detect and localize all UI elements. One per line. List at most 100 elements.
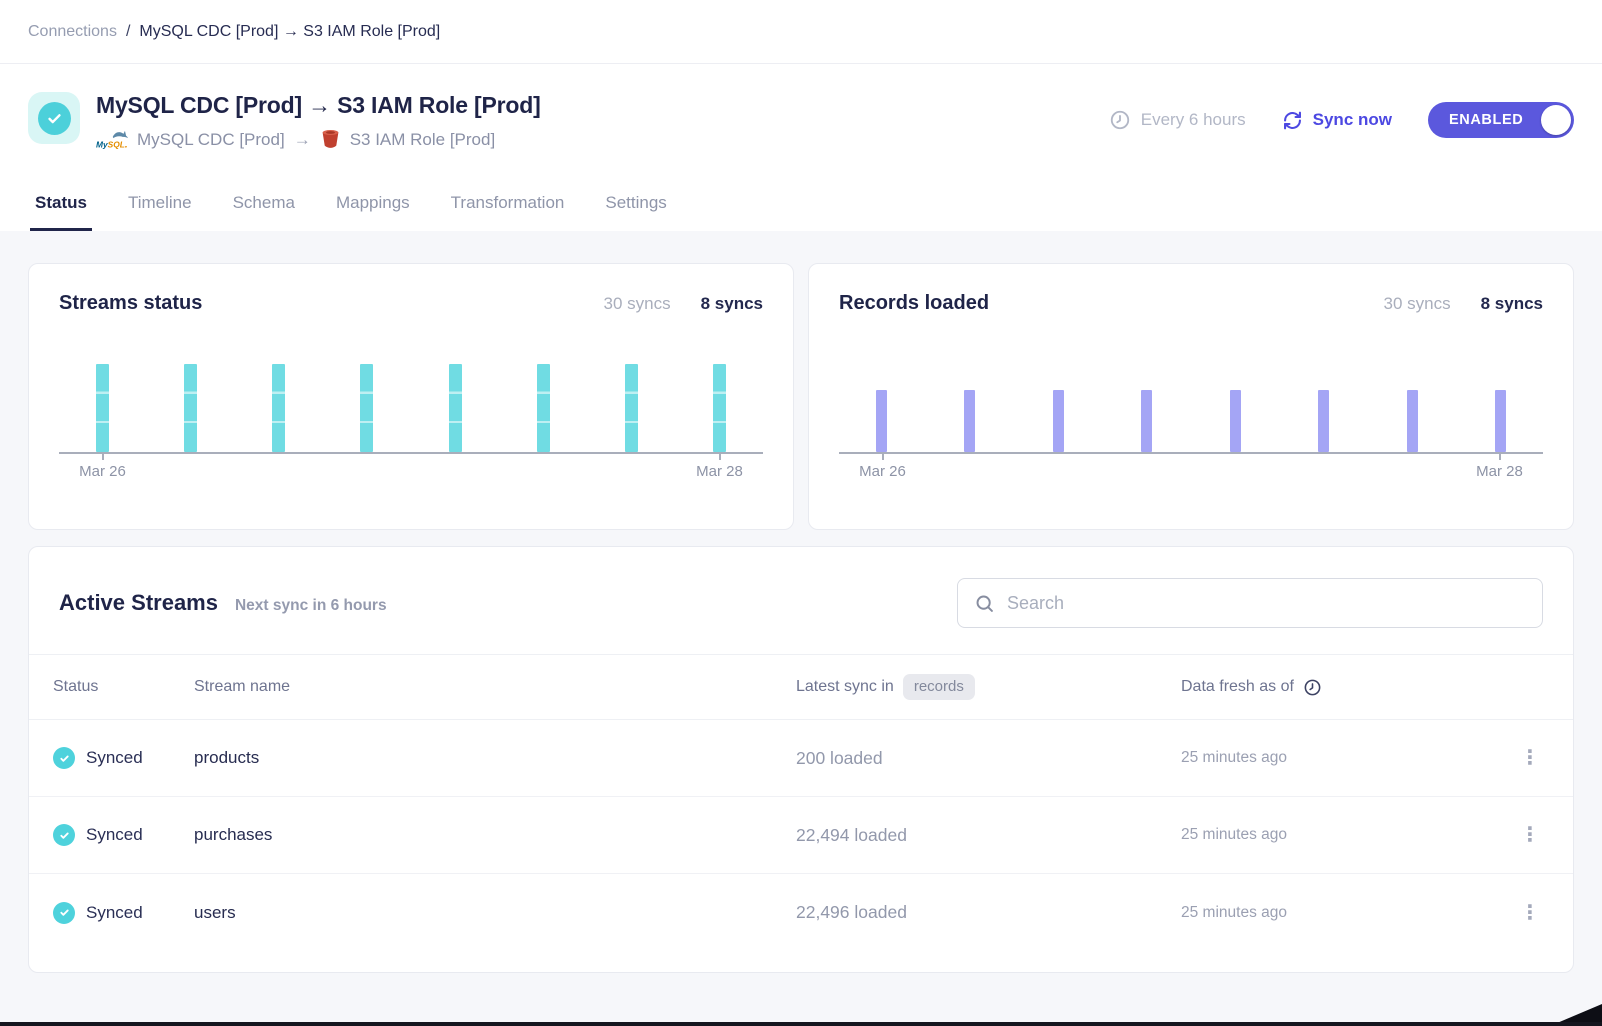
search-input[interactable] <box>1007 593 1526 614</box>
sync-bar[interactable] <box>625 364 638 452</box>
sync-bar[interactable] <box>876 390 887 452</box>
connection-endpoints: MySQL. MySQL CDC [Prod] → S3 IAM Role [P… <box>96 128 541 151</box>
data-fresh: 25 minutes ago <box>1181 826 1511 844</box>
tab-schema[interactable]: Schema <box>228 193 300 231</box>
sync-bar[interactable] <box>272 364 285 452</box>
breadcrumb-separator: / <box>126 23 130 41</box>
table-row-users[interactable]: Synced users 22,496 loaded 25 minutes ag… <box>29 874 1573 951</box>
active-streams-title: Active Streams <box>59 590 218 616</box>
x-axis-label-start: Mar 26 <box>79 463 126 480</box>
sync-bar[interactable] <box>537 364 550 452</box>
sync-bar[interactable] <box>360 364 373 452</box>
sync-bar[interactable] <box>1141 390 1152 452</box>
search-box[interactable] <box>957 578 1543 628</box>
page-title: MySQL CDC [Prod] → S3 IAM Role [Prod] <box>96 92 541 119</box>
column-data-fresh: Data fresh as of <box>1181 678 1294 696</box>
synced-check-icon <box>53 824 75 846</box>
table-row-purchases[interactable]: Synced purchases 22,494 loaded 25 minute… <box>29 797 1573 874</box>
toggle-knob[interactable] <box>1541 105 1571 135</box>
refresh-icon <box>1282 110 1303 131</box>
x-axis-tick <box>719 454 721 460</box>
sync-bar[interactable] <box>1230 390 1241 452</box>
synced-check-icon <box>53 902 75 924</box>
x-axis-label-end: Mar 28 <box>1476 463 1523 480</box>
tab-status[interactable]: Status <box>30 193 92 231</box>
sync-bar[interactable] <box>1053 390 1064 452</box>
next-sync-label: Next sync in 6 hours <box>235 597 387 615</box>
x-axis-tick <box>882 454 884 460</box>
tab-mappings[interactable]: Mappings <box>331 193 415 231</box>
row-status: Synced <box>86 748 143 768</box>
tab-timeline[interactable]: Timeline <box>123 193 197 231</box>
filter-30-syncs[interactable]: 30 syncs <box>1384 294 1451 314</box>
sync-bar[interactable] <box>96 364 109 452</box>
row-menu-button[interactable]: ⋮ <box>1511 897 1549 929</box>
streams-status-bars[interactable] <box>59 364 763 452</box>
sync-bar[interactable] <box>964 390 975 452</box>
clock-icon <box>1303 678 1322 697</box>
svg-text:MySQL.: MySQL. <box>96 139 128 150</box>
sync-bar[interactable] <box>1407 390 1418 452</box>
column-stream-name: Stream name <box>194 678 796 696</box>
stream-name: purchases <box>194 825 796 845</box>
mysql-logo-icon: MySQL. <box>96 129 128 151</box>
stream-name: users <box>194 903 796 923</box>
streams-status-chart: Mar 26 Mar 28 <box>59 364 763 480</box>
connection-header: MySQL CDC [Prod] → S3 IAM Role [Prod] My… <box>0 64 1602 231</box>
records-loaded: 22,494 loaded <box>796 825 1181 846</box>
stream-name: products <box>194 748 796 768</box>
data-fresh: 25 minutes ago <box>1181 749 1511 767</box>
sync-bar[interactable] <box>1495 390 1506 452</box>
x-axis-tick <box>102 454 104 460</box>
records-loaded: 200 loaded <box>796 748 1181 769</box>
filter-8-syncs[interactable]: 8 syncs <box>1481 294 1543 314</box>
sync-schedule: Every 6 hours <box>1109 109 1246 131</box>
records-unit-badge[interactable]: records <box>903 674 975 700</box>
row-status: Synced <box>86 825 143 845</box>
breadcrumb-current: MySQL CDC [Prod] → S3 IAM Role [Prod] <box>139 23 440 41</box>
clock-icon <box>1109 109 1131 131</box>
tab-settings[interactable]: Settings <box>600 193 671 231</box>
filter-30-syncs[interactable]: 30 syncs <box>604 294 671 314</box>
row-menu-button[interactable]: ⋮ <box>1511 742 1549 774</box>
sync-bar[interactable] <box>1318 390 1329 452</box>
records-loaded-chart: Mar 26 Mar 28 <box>839 364 1543 480</box>
data-fresh: 25 minutes ago <box>1181 904 1511 922</box>
source-name: MySQL CDC [Prod] <box>137 130 285 150</box>
connection-status-avatar <box>28 92 80 144</box>
streams-table-header: Status Stream name Latest sync in record… <box>29 654 1573 720</box>
records-loaded: 22,496 loaded <box>796 902 1181 923</box>
filter-8-syncs[interactable]: 8 syncs <box>701 294 763 314</box>
schedule-label: Every 6 hours <box>1141 110 1246 130</box>
streams-status-card: Streams status 30 syncs 8 syncs Mar 26 M… <box>28 263 794 530</box>
sync-bar[interactable] <box>449 364 462 452</box>
active-streams-card: Active Streams Next sync in 6 hours Stat… <box>28 546 1574 973</box>
search-icon <box>974 593 995 614</box>
breadcrumb: Connections / MySQL CDC [Prod] → S3 IAM … <box>0 0 1602 64</box>
sync-now-button[interactable]: Sync now <box>1282 110 1392 131</box>
connection-tabs: Status Timeline Schema Mappings Transfor… <box>28 193 1574 231</box>
bottom-edge-strip <box>0 1022 1602 1026</box>
tab-transformation[interactable]: Transformation <box>446 193 570 231</box>
breadcrumb-connections-link[interactable]: Connections <box>28 23 117 41</box>
table-row-products[interactable]: Synced products 200 loaded 25 minutes ag… <box>29 720 1573 797</box>
records-loaded-card: Records loaded 30 syncs 8 syncs Mar 26 M… <box>808 263 1574 530</box>
x-axis-label-start: Mar 26 <box>859 463 906 480</box>
arrow-right-icon: → <box>294 130 311 150</box>
synced-check-icon <box>53 747 75 769</box>
enabled-toggle[interactable]: ENABLED <box>1428 102 1574 138</box>
column-status: Status <box>53 678 194 696</box>
check-circle-icon <box>38 102 71 135</box>
streams-status-title: Streams status <box>59 292 202 315</box>
enabled-toggle-label: ENABLED <box>1449 112 1523 128</box>
sync-bar[interactable] <box>184 364 197 452</box>
column-latest-sync: Latest sync in <box>796 678 894 696</box>
row-status: Synced <box>86 903 143 923</box>
s3-bucket-icon <box>320 128 341 151</box>
x-axis-tick <box>1499 454 1501 460</box>
sync-now-label: Sync now <box>1313 110 1392 130</box>
records-loaded-bars[interactable] <box>839 364 1543 452</box>
sync-bar[interactable] <box>713 364 726 452</box>
destination-name: S3 IAM Role [Prod] <box>350 130 496 150</box>
row-menu-button[interactable]: ⋮ <box>1511 819 1549 851</box>
